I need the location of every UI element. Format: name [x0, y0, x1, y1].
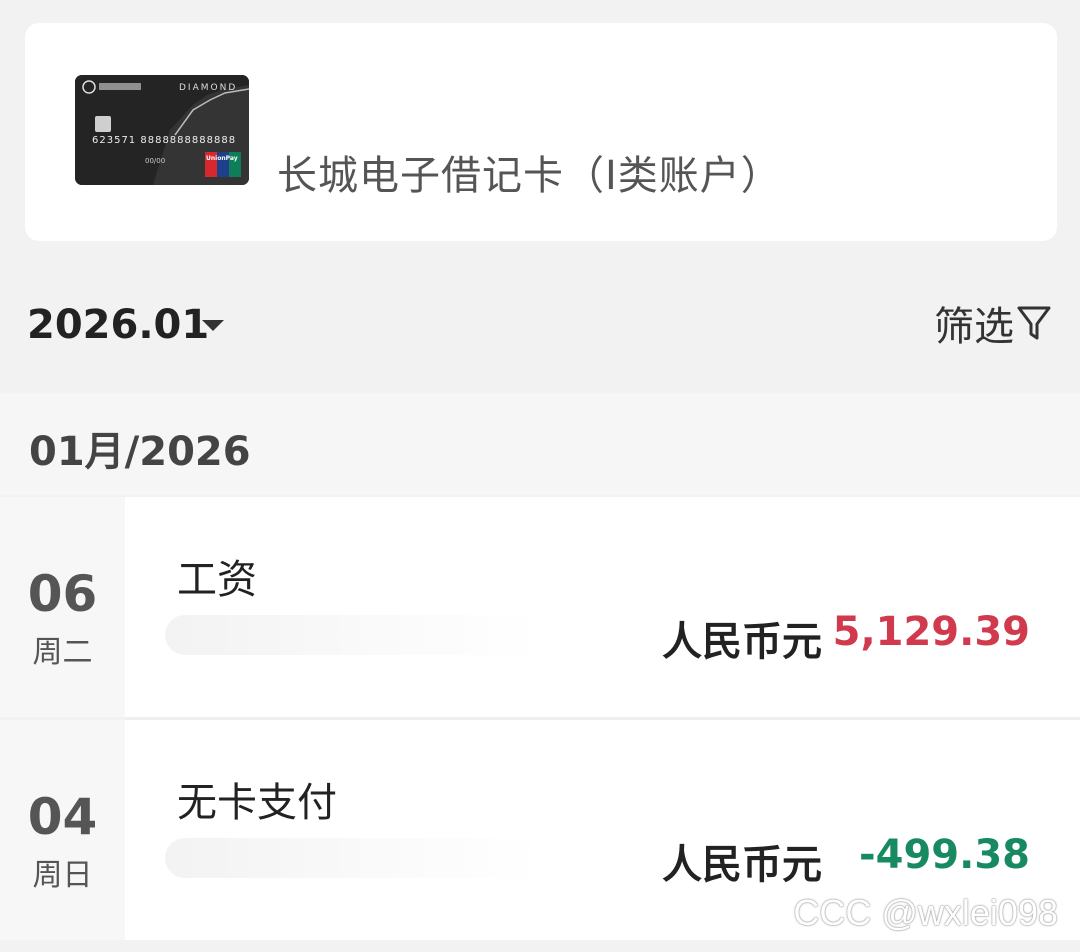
funnel-icon: [1017, 306, 1051, 340]
filter-bar: 2026.01 筛选: [0, 270, 1080, 390]
month-group-header: 01月/2026: [0, 393, 1080, 495]
transaction-currency: 人民币元: [662, 619, 822, 665]
transaction-day: 04: [27, 788, 98, 846]
date-column: 06 周二: [0, 497, 125, 717]
watermark: CCC @wxlei098: [793, 892, 1058, 933]
redacted-detail: [165, 838, 545, 878]
transaction-amount: 5,129.39: [832, 609, 1030, 655]
card-expiry-label: 00/00: [145, 157, 166, 165]
month-selector[interactable]: 2026.01: [27, 302, 209, 348]
transaction-day: 06: [27, 565, 98, 623]
caret-down-icon[interactable]: [202, 320, 224, 331]
group-title: 01月/2026: [29, 429, 251, 475]
card-name: 长城电子借记卡（I类账户）: [277, 153, 782, 199]
card-number-label: 623571 8888888888888: [92, 135, 237, 146]
account-card-panel[interactable]: DIAMOND 623571 8888888888888 00/00 Union…: [25, 23, 1057, 241]
transaction-title: 无卡支付: [177, 780, 337, 826]
transaction-body: 工资 人民币元 5,129.39: [125, 497, 1080, 717]
card-brand-label: DIAMOND: [179, 83, 238, 93]
transaction-weekday: 周日: [32, 858, 93, 893]
redacted-detail: [165, 615, 545, 655]
card-network-label: UnionPay: [206, 155, 238, 162]
transaction-currency: 人民币元: [662, 842, 822, 888]
transaction-row[interactable]: 06 周二 工资 人民币元 5,129.39: [0, 497, 1080, 717]
bank-card-image: DIAMOND 623571 8888888888888 00/00 Union…: [75, 75, 249, 185]
transaction-amount: -499.38: [859, 832, 1030, 878]
filter-label: 筛选: [934, 304, 1014, 350]
date-column: 04 周日: [0, 720, 125, 940]
filter-button[interactable]: 筛选: [934, 300, 1052, 350]
transaction-weekday: 周二: [32, 635, 93, 670]
transaction-title: 工资: [177, 557, 257, 603]
